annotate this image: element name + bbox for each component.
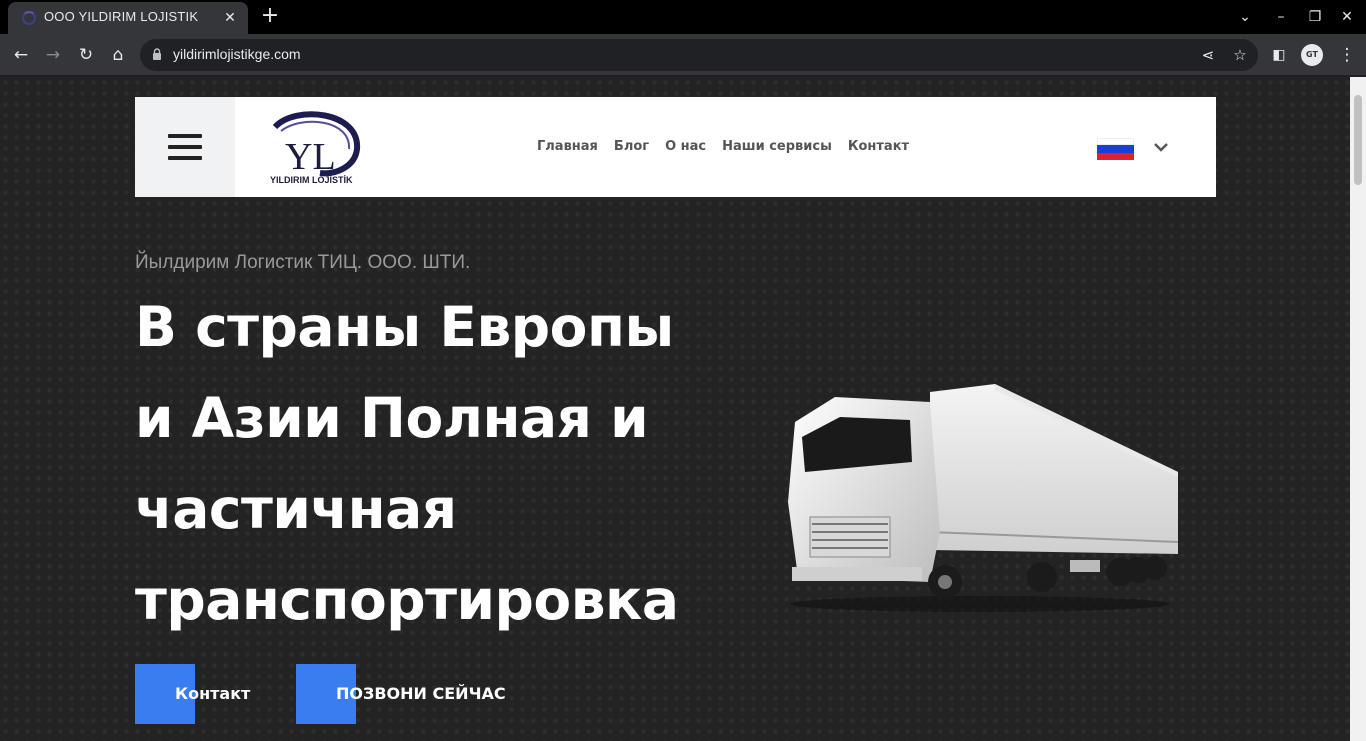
share-icon[interactable]: ⋖: [1196, 43, 1220, 67]
headline-line: В страны Европы: [135, 295, 674, 359]
browser-tab[interactable]: OOO YILDIRIM LOJISTIK ✕: [8, 2, 248, 34]
forward-icon[interactable]: →: [40, 42, 66, 68]
headline-line: транспортировка: [135, 568, 679, 632]
headline-line: частичная: [135, 477, 457, 541]
hamburger-line: [168, 156, 202, 160]
menu-item-home[interactable]: Главная: [537, 139, 598, 154]
white-truck-image: [788, 384, 1179, 612]
contact-button[interactable]: Контакт: [135, 664, 275, 724]
new-tab-icon[interactable]: +: [258, 4, 282, 28]
web-page: YL YILDIRIM LOJİSTİK Главная Блог О нас …: [0, 77, 1350, 741]
scrollbar-thumb[interactable]: [1354, 95, 1362, 185]
logo-wordmark: YILDIRIM LOJİSTİK: [270, 175, 353, 185]
hamburger-line: [168, 145, 202, 149]
main-menu: Главная Блог О нас Наши сервисы Контакт: [537, 139, 909, 154]
hamburger-line: [168, 134, 202, 138]
call-now-button[interactable]: ПОЗВОНИ СЕЙЧАС: [296, 664, 536, 724]
bookmark-star-icon[interactable]: ☆: [1228, 43, 1252, 67]
url-text: yildirimlojistikge.com: [173, 46, 301, 62]
russian-flag-icon[interactable]: [1097, 138, 1134, 160]
address-bar[interactable]: yildirimlojistikge.com ⋖ ☆: [140, 39, 1258, 71]
home-icon[interactable]: ⌂: [105, 42, 131, 68]
site-header: YL YILDIRIM LOJİSTİK Главная Блог О нас …: [135, 97, 1216, 197]
reload-icon[interactable]: ↻: [73, 42, 99, 68]
browser-toolbar: ← → ↻ ⌂ yildirimlojistikge.com ⋖ ☆ ◧ GT …: [0, 34, 1366, 76]
tab-strip: OOO YILDIRIM LOJISTIK ✕ + ⌄ – ❐ ✕: [0, 0, 1366, 34]
profile-avatar[interactable]: GT: [1301, 44, 1323, 66]
menu-item-about[interactable]: О нас: [665, 139, 706, 154]
menu-item-services[interactable]: Наши сервисы: [722, 139, 832, 154]
menu-item-contact[interactable]: Контакт: [848, 139, 909, 154]
tab-title: OOO YILDIRIM LOJISTIK: [44, 9, 199, 24]
hero-headline: В страны Европы и Азии Полная и частична…: [135, 282, 755, 646]
restore-icon[interactable]: ❐: [1304, 6, 1326, 28]
close-tab-icon[interactable]: ✕: [220, 8, 240, 28]
side-panel-icon[interactable]: ◧: [1266, 42, 1292, 68]
hamburger-menu-button[interactable]: [135, 97, 235, 197]
logo-letters: YL: [285, 136, 336, 178]
lock-icon: [153, 48, 161, 60]
headline-line: и Азии Полная и: [135, 386, 649, 450]
site-favicon-icon: [22, 11, 36, 25]
back-icon[interactable]: ←: [8, 42, 34, 68]
contact-button-label: Контакт: [175, 684, 251, 703]
tab-search-chevron-icon[interactable]: ⌄: [1234, 6, 1256, 28]
menu-kebab-icon[interactable]: ⋮: [1334, 42, 1360, 68]
chevron-down-icon[interactable]: [1151, 137, 1171, 157]
minimize-icon[interactable]: –: [1270, 6, 1292, 28]
close-window-icon[interactable]: ✕: [1336, 6, 1358, 28]
call-now-button-label: ПОЗВОНИ СЕЙЧАС: [336, 684, 506, 703]
menu-item-blog[interactable]: Блог: [614, 139, 649, 154]
page-scrollbar[interactable]: [1350, 77, 1366, 741]
company-subtitle: Йылдирим Логистик ТИЦ. ООО. ШТИ.: [135, 252, 471, 273]
